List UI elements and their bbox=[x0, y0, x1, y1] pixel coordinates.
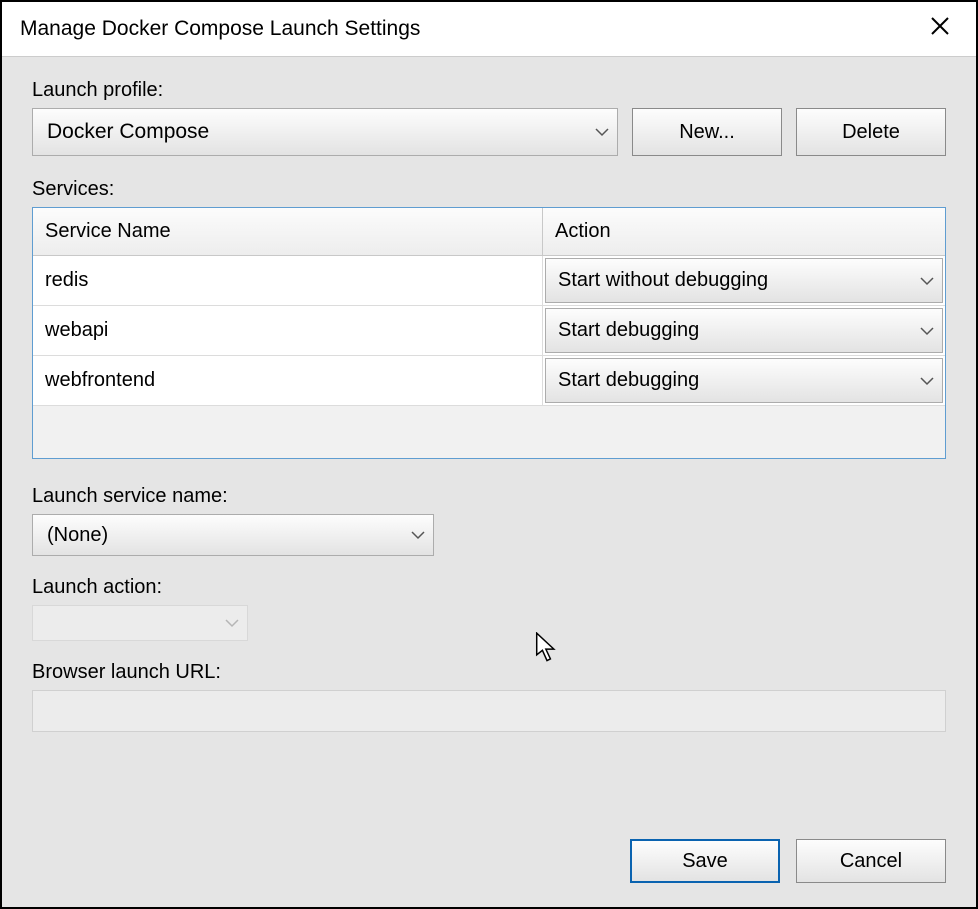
service-action-cell: Start debugging bbox=[543, 356, 945, 405]
launch-profile-value: Docker Compose bbox=[47, 120, 209, 144]
launch-profile-row: Docker Compose New... Delete bbox=[32, 108, 946, 156]
delete-button-label: Delete bbox=[842, 121, 900, 144]
service-name-cell: webfrontend bbox=[33, 356, 543, 405]
column-header-name[interactable]: Service Name bbox=[33, 208, 543, 255]
chevron-down-icon bbox=[225, 618, 239, 628]
delete-button[interactable]: Delete bbox=[796, 108, 946, 156]
save-button-label: Save bbox=[682, 850, 728, 873]
cancel-button[interactable]: Cancel bbox=[796, 839, 946, 883]
launch-action-combo[interactable] bbox=[32, 605, 248, 641]
service-action-combo[interactable]: Start debugging bbox=[545, 308, 943, 353]
service-action-value: Start debugging bbox=[558, 319, 699, 342]
services-label: Services: bbox=[32, 178, 946, 201]
service-action-value: Start without debugging bbox=[558, 269, 768, 292]
close-button[interactable] bbox=[920, 9, 960, 49]
chevron-down-icon bbox=[595, 127, 609, 137]
new-button[interactable]: New... bbox=[632, 108, 782, 156]
dialog-footer: Save Cancel bbox=[32, 809, 946, 883]
table-row: webapi Start debugging bbox=[33, 306, 945, 356]
services-grid: Service Name Action redis Start without … bbox=[32, 207, 946, 459]
browser-launch-url-label: Browser launch URL: bbox=[32, 661, 946, 684]
launch-service-name-value: (None) bbox=[47, 524, 108, 547]
chevron-down-icon bbox=[411, 530, 425, 540]
grid-header: Service Name Action bbox=[33, 208, 945, 256]
service-action-cell: Start without debugging bbox=[543, 256, 945, 305]
close-icon bbox=[930, 16, 950, 42]
chevron-down-icon bbox=[920, 376, 934, 386]
dialog-window: Manage Docker Compose Launch Settings La… bbox=[0, 0, 978, 909]
chevron-down-icon bbox=[920, 276, 934, 286]
table-row: webfrontend Start debugging bbox=[33, 356, 945, 406]
dialog-title: Manage Docker Compose Launch Settings bbox=[20, 17, 920, 41]
titlebar: Manage Docker Compose Launch Settings bbox=[2, 2, 976, 57]
launch-profile-combo[interactable]: Docker Compose bbox=[32, 108, 618, 156]
service-action-cell: Start debugging bbox=[543, 306, 945, 355]
service-action-combo[interactable]: Start debugging bbox=[545, 358, 943, 403]
launch-service-name-label: Launch service name: bbox=[32, 485, 946, 508]
cancel-button-label: Cancel bbox=[840, 850, 902, 873]
service-name-cell: webapi bbox=[33, 306, 543, 355]
dialog-content: Launch profile: Docker Compose New... De… bbox=[2, 57, 976, 907]
service-action-combo[interactable]: Start without debugging bbox=[545, 258, 943, 303]
service-name-cell: redis bbox=[33, 256, 543, 305]
chevron-down-icon bbox=[920, 326, 934, 336]
column-header-action[interactable]: Action bbox=[543, 208, 945, 255]
new-button-label: New... bbox=[679, 121, 735, 144]
launch-action-label: Launch action: bbox=[32, 576, 946, 599]
browser-launch-url-input[interactable] bbox=[32, 690, 946, 732]
launch-service-name-combo[interactable]: (None) bbox=[32, 514, 434, 556]
table-row: redis Start without debugging bbox=[33, 256, 945, 306]
save-button[interactable]: Save bbox=[630, 839, 780, 883]
launch-profile-label: Launch profile: bbox=[32, 79, 946, 102]
service-action-value: Start debugging bbox=[558, 369, 699, 392]
